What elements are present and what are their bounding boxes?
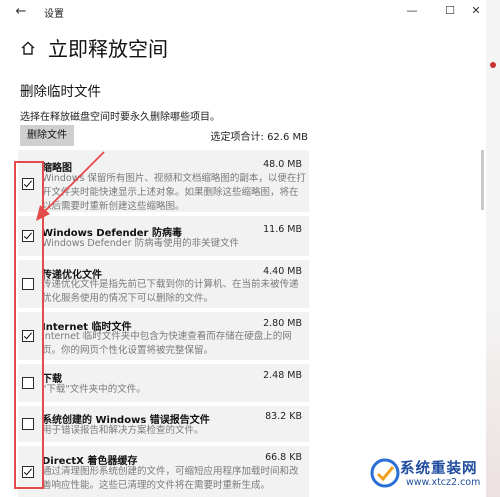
watermark-text: 系统重装网 <box>400 461 478 477</box>
item-size: 2.80 MB <box>263 318 302 329</box>
watermark-logo: 系统重装网 www.xtcz2.com <box>368 455 498 493</box>
list-item-defender[interactable]: Windows Defender 防病毒 11.6 MB Windows Def… <box>18 216 309 256</box>
item-checkbox[interactable] <box>22 230 34 242</box>
close-button[interactable]: ✕ <box>466 3 486 19</box>
back-arrow-icon[interactable]: ← <box>12 4 30 20</box>
item-size: 83.2 KB <box>265 411 302 422</box>
delete-files-button[interactable]: 删除文件 <box>20 125 74 146</box>
minimize-button[interactable]: — <box>402 3 422 19</box>
item-size: 2.48 MB <box>263 370 302 381</box>
list-item-internet-temp[interactable]: Internet 临时文件 2.80 MB Internet 临时文件夹中包含为… <box>18 312 309 360</box>
item-size: 66.8 KB <box>265 452 302 463</box>
section-description: 选择在释放磁盘空间时要永久删除哪些项目。 <box>20 112 220 123</box>
item-size: 48.0 MB <box>263 159 302 170</box>
list-item-directx-cache[interactable]: DirectX 着色器缓存 66.8 KB 通过清理图形系统创建的文件，可缩短应… <box>18 446 309 497</box>
item-checkbox[interactable] <box>22 418 34 430</box>
list-item-delivery-optimization[interactable]: 传递优化文件 4.40 MB 传递优化文件是指先前已下载到你的计算机、在当前未被… <box>18 260 309 308</box>
background-edge <box>486 0 500 497</box>
item-description: "下载"文件夹中的文件。 <box>42 384 146 395</box>
item-checkbox[interactable] <box>22 330 34 342</box>
watermark-url: www.xtcz2.com <box>406 477 481 488</box>
scrollbar-thumb[interactable] <box>481 150 484 210</box>
item-description: Internet 临时文件夹中包含为快速查看而存储在硬盘上的网页。你的网页个性化… <box>42 331 292 356</box>
maximize-button[interactable]: ☐ <box>440 3 460 19</box>
item-checkbox[interactable] <box>22 377 34 389</box>
item-size: 4.40 MB <box>263 266 302 277</box>
item-description: 传递优化文件是指先前已下载到你的计算机、在当前未被传递优化服务使用的情况下可以删… <box>42 279 299 304</box>
item-checkbox[interactable] <box>22 278 34 290</box>
decor-dot <box>490 62 496 68</box>
total-selected-size: 选定项合计: 62.6 MB <box>210 132 308 143</box>
settings-window: ← 设置 — ☐ ✕ 立即释放空间 删除临时文件 选择在释放磁盘空间时要永久删除… <box>0 0 487 497</box>
item-description: Windows 保留所有图片、视频和文档缩略图的副本，以便在打开文件夹时能快速显… <box>42 173 306 212</box>
title-bar: ← 设置 — ☐ ✕ <box>0 0 486 24</box>
list-item-error-reports[interactable]: 系统创建的 Windows 错误报告文件 83.2 KB 用于错误报告和解决方案… <box>18 406 309 442</box>
item-description: Windows Defender 防病毒使用的非关键文件 <box>42 238 240 249</box>
section-title: 删除临时文件 <box>20 84 101 100</box>
list-item-downloads[interactable]: 下载 2.48 MB "下载"文件夹中的文件。 <box>18 364 309 402</box>
watermark-icon <box>370 458 400 488</box>
home-icon[interactable] <box>20 40 36 56</box>
window-title: 设置 <box>44 9 64 20</box>
item-checkbox[interactable] <box>22 178 34 190</box>
page-title: 立即释放空间 <box>48 37 168 61</box>
item-checkbox[interactable] <box>22 466 34 478</box>
item-description: 用于错误报告和解决方案检查的文件。 <box>42 425 204 436</box>
item-size: 11.6 MB <box>263 224 302 235</box>
item-description: 通过清理图形系统创建的文件，可缩短应用程序加载时间和改善响应性能。这些已清理的文… <box>42 466 299 491</box>
list-item-thumbnails[interactable]: 缩略图 48.0 MB Windows 保留所有图片、视频和文档缩略图的副本，以… <box>18 150 309 212</box>
